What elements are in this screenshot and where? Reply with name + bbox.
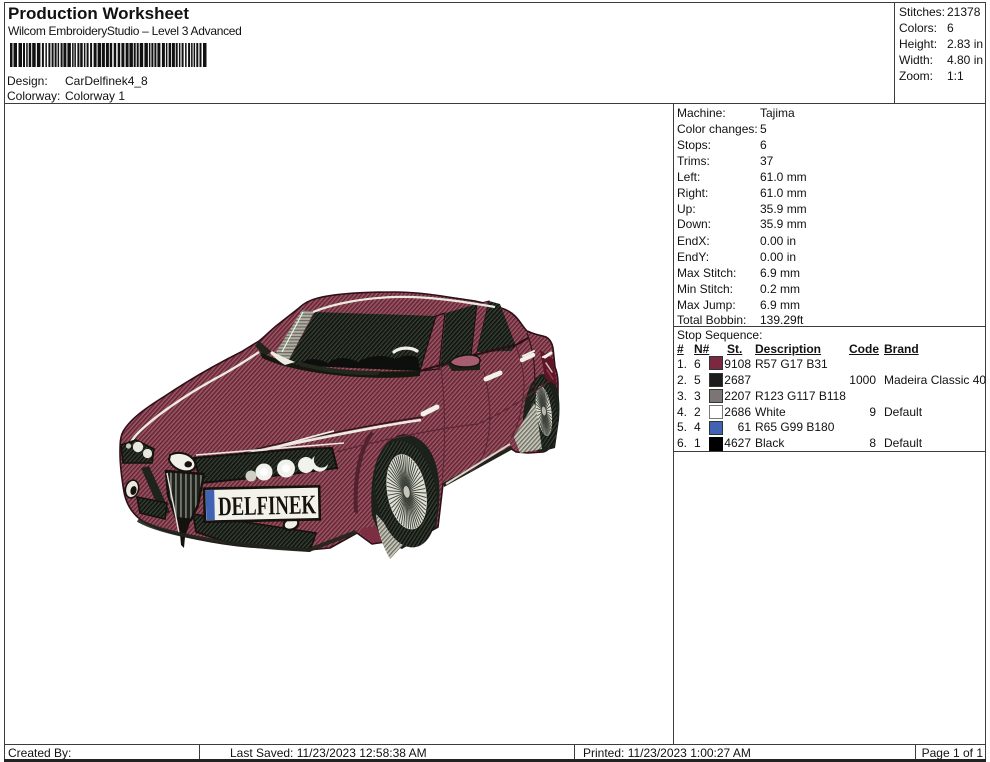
svg-text:DELFINEK: DELFINEK xyxy=(218,489,317,521)
